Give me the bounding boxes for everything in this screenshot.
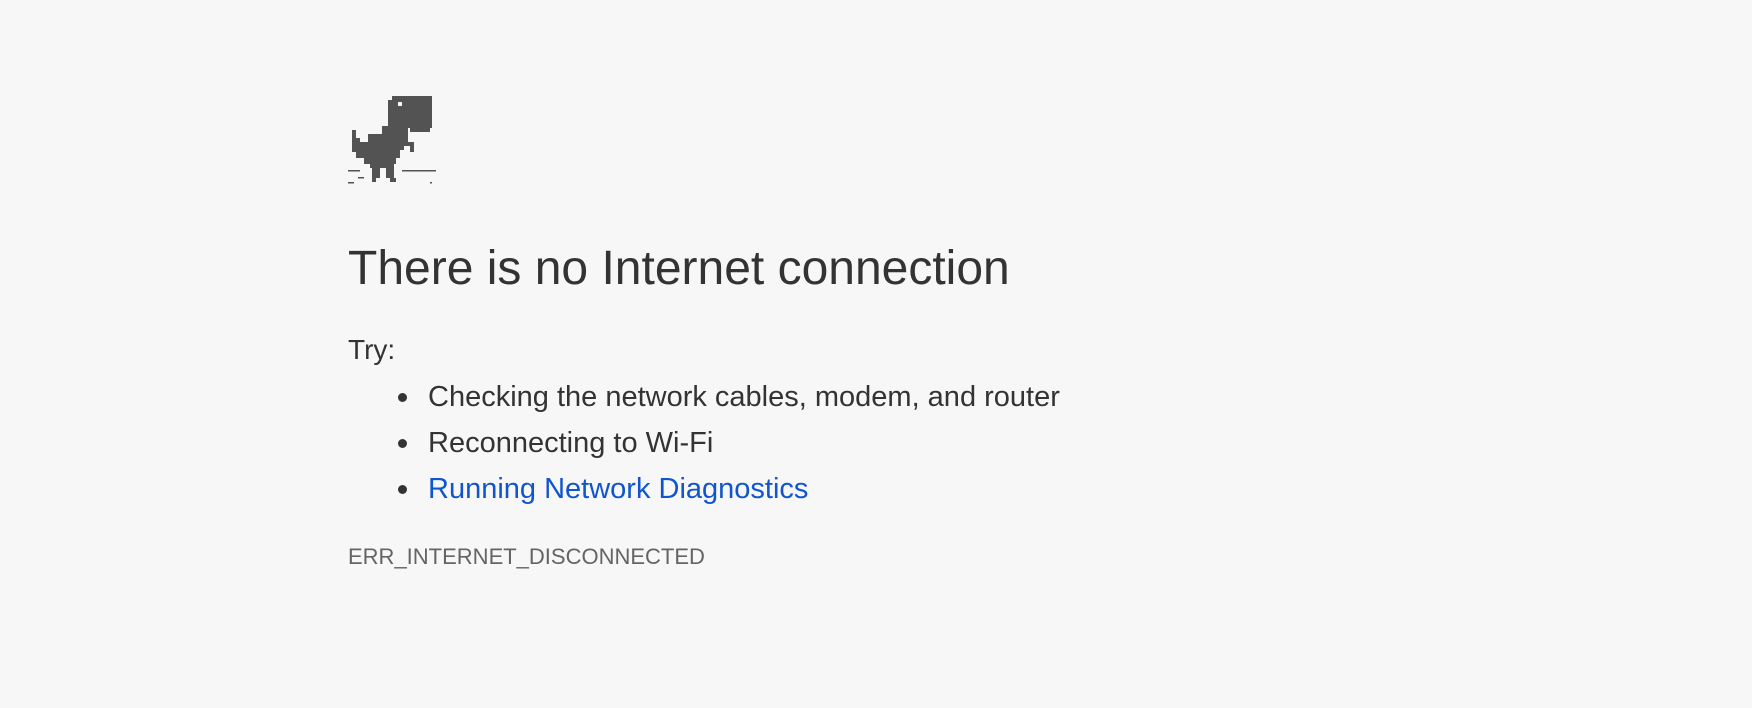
offline-dino-icon [348, 96, 436, 184]
suggestion-network-diagnostics: Running Network Diagnostics [398, 466, 1348, 512]
error-content: There is no Internet connection Try: Che… [348, 96, 1348, 570]
bullet-icon [398, 484, 407, 494]
suggestions-list: Checking the network cables, modem, and … [348, 374, 1348, 512]
suggestion-label: Checking the network cables, modem, and … [428, 380, 1060, 413]
suggestion-reconnect-wifi: Reconnecting to Wi-Fi [398, 420, 1348, 466]
error-code: ERR_INTERNET_DISCONNECTED [348, 543, 705, 569]
page-title: There is no Internet connection [348, 242, 1010, 295]
offline-error-page: There is no Internet connection Try: Che… [0, 0, 1752, 708]
suggestion-check-cables: Checking the network cables, modem, and … [398, 374, 1348, 420]
try-label: Try: [348, 333, 396, 365]
bullet-icon [398, 438, 407, 448]
suggestion-label: Reconnecting to Wi-Fi [428, 426, 714, 459]
network-diagnostics-link[interactable]: Running Network Diagnostics [428, 473, 808, 505]
bullet-icon [398, 392, 407, 402]
